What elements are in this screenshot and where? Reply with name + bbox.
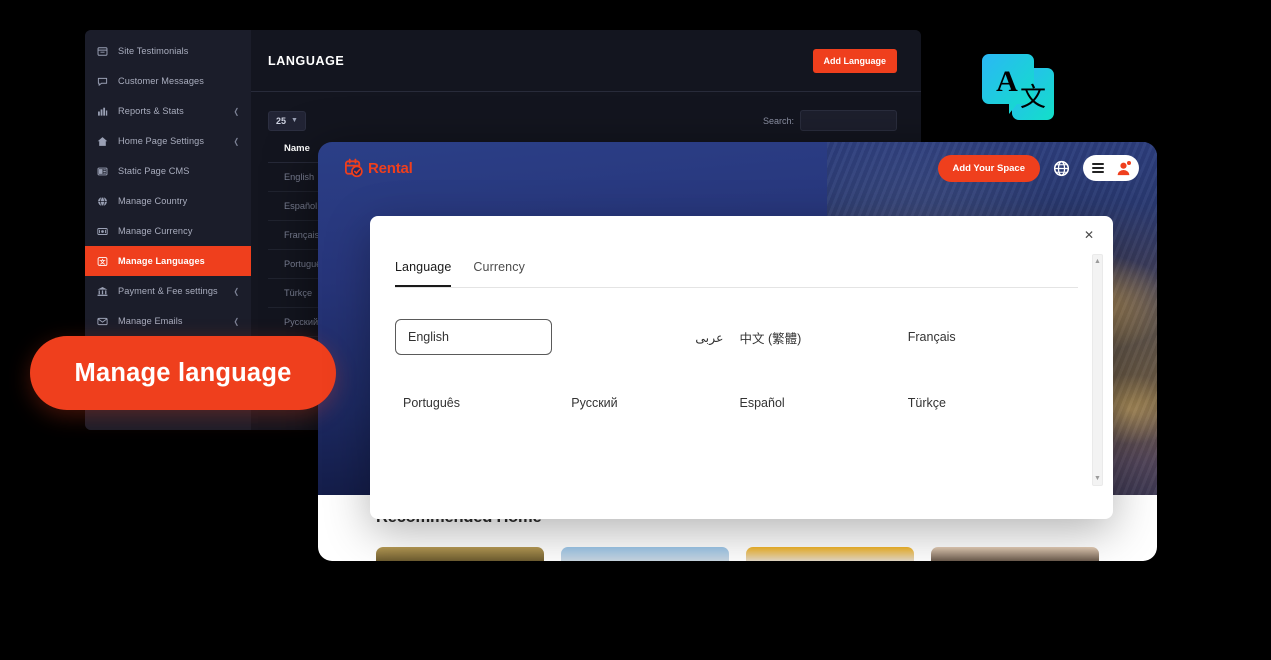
page-icon — [95, 164, 109, 178]
chart-icon — [95, 104, 109, 118]
search-label: Search: — [762, 115, 794, 126]
close-icon[interactable]: ✕ — [1081, 227, 1097, 243]
avatar — [1116, 159, 1132, 176]
sidebar-item-reports-stats[interactable]: Reports & Stats ❮ — [85, 96, 251, 126]
notification-dot — [1126, 159, 1132, 166]
sidebar-item-home-page-settings[interactable]: Home Page Settings ❮ — [85, 126, 251, 156]
sidebar-item-label: Manage Languages — [118, 256, 205, 266]
sidebar-item-manage-languages[interactable]: 文 Manage Languages — [85, 246, 251, 276]
search-input[interactable] — [800, 110, 897, 131]
sidebar-item-label: Manage Emails — [118, 316, 183, 326]
sidebar-item-label: Static Page CMS — [118, 166, 190, 176]
chevron-down-icon: ▼ — [291, 117, 298, 124]
chevron-right-icon: ❮ — [233, 316, 240, 326]
language-option[interactable]: 中文 (繁體) — [732, 319, 900, 355]
envelope-icon — [95, 314, 109, 328]
list-item[interactable] — [376, 547, 544, 561]
globe-icon[interactable] — [1053, 160, 1070, 177]
tab-language[interactable]: Language — [395, 260, 452, 287]
calendar-check-icon — [345, 158, 363, 177]
sidebar-item-label: Manage Currency — [118, 226, 193, 236]
chevron-right-icon: ❮ — [233, 106, 240, 116]
svg-text:文: 文 — [99, 257, 105, 265]
testimonial-icon — [95, 44, 109, 58]
modal-tabs: Language Currency — [395, 260, 1078, 288]
language-icon: 文 — [95, 254, 109, 268]
admin-topbar: LANGUAGE Add Language — [251, 30, 921, 92]
brand-name: Rental — [368, 159, 413, 177]
sidebar-item-label: Reports & Stats — [118, 106, 184, 116]
admin-toolbar: 25 ▼ Search: — [251, 92, 921, 131]
sidebar-item-label: Site Testimonials — [118, 46, 189, 56]
language-option[interactable]: Français — [900, 319, 1068, 355]
language-option[interactable]: Español — [732, 385, 900, 421]
sidebar-item-label: Customer Messages — [118, 76, 204, 86]
header-actions: Add Your Space — [937, 154, 1139, 182]
sidebar-item-customer-messages[interactable]: Customer Messages — [85, 66, 251, 96]
currency-icon — [95, 224, 109, 238]
list-item[interactable] — [931, 547, 1099, 561]
sidebar-item-manage-currency[interactable]: Manage Currency — [85, 216, 251, 246]
language-option[interactable]: عربى — [563, 319, 731, 355]
language-option[interactable]: English — [395, 319, 552, 355]
svg-text:A: A — [996, 65, 1018, 98]
chevron-right-icon: ❮ — [233, 136, 240, 146]
list-item[interactable] — [746, 547, 914, 561]
tab-currency[interactable]: Currency — [473, 260, 525, 287]
user-menu-button[interactable] — [1083, 155, 1139, 181]
sidebar-item-payment-fee-settings[interactable]: Payment & Fee settings ❮ — [85, 276, 251, 306]
hamburger-icon — [1092, 162, 1104, 174]
search-area: Search: — [763, 110, 897, 131]
sidebar-item-manage-emails[interactable]: Manage Emails ❮ — [85, 306, 251, 336]
sidebar-item-label: Home Page Settings — [118, 136, 205, 146]
language-grid: English عربى 中文 (繁體) Français Português Русск… — [395, 319, 1068, 421]
scroll-up-icon[interactable]: ▲ — [1093, 258, 1102, 265]
brand-logo[interactable]: Rental — [344, 158, 413, 179]
sidebar-item-label: Payment & Fee settings — [118, 286, 218, 296]
language-currency-modal: ✕ Language Currency English عربى 中文 (繁體) Fra… — [370, 216, 1113, 519]
frontend-header: Rental Add Your Space — [318, 142, 1157, 194]
add-your-space-button[interactable]: Add Your Space — [937, 154, 1040, 182]
language-option[interactable]: Türkçe — [900, 385, 1068, 421]
scroll-down-icon[interactable]: ▼ — [1093, 475, 1102, 482]
page-length-select[interactable]: 25 ▼ — [268, 110, 306, 131]
bank-icon — [95, 284, 109, 298]
globe-icon — [95, 194, 109, 208]
sidebar-item-site-testimonials[interactable]: Site Testimonials — [85, 36, 251, 66]
chevron-right-icon: ❮ — [233, 286, 240, 296]
status-badge: Manage language — [30, 336, 336, 410]
page-length-value: 25 — [276, 115, 287, 126]
modal-scrollbar[interactable]: ▲ ▼ — [1092, 254, 1103, 486]
recommended-cards — [376, 547, 1157, 561]
sidebar-item-static-page-cms[interactable]: Static Page CMS — [85, 156, 251, 186]
sidebar-item-label: Manage Country — [118, 196, 188, 206]
home-icon — [95, 134, 109, 148]
language-option[interactable]: Português — [395, 385, 563, 421]
add-language-button[interactable]: Add Language — [812, 48, 897, 73]
chat-icon — [95, 74, 109, 88]
svg-text:文: 文 — [1020, 83, 1046, 113]
sidebar-item-manage-country[interactable]: Manage Country — [85, 186, 251, 216]
page-title: LANGUAGE — [268, 53, 345, 68]
screenshot-root: Site Testimonials Customer Messages Report… — [0, 0, 1271, 660]
list-item[interactable] — [561, 547, 729, 561]
translate-icon: A 文 — [981, 46, 1069, 130]
language-option[interactable]: Русский — [563, 385, 731, 421]
